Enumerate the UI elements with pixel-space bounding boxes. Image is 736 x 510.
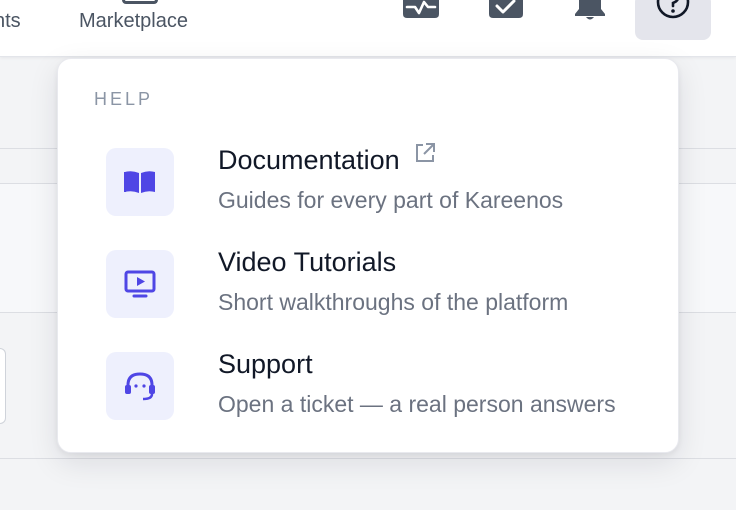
page-input-edge [0,348,6,424]
help-circle-icon [656,0,690,19]
menu-item-documentation[interactable]: Documentation Guides for every part of K… [58,143,678,225]
activity-icon[interactable] [401,0,441,22]
checkbox-icon[interactable] [487,0,527,22]
external-link-icon [414,140,436,171]
menu-item-video-tutorials[interactable]: Video Tutorials Short walkthroughs of th… [58,247,678,327]
top-navigation-bar: nts Marketplace [0,0,736,57]
menu-item-title-text: Documentation [218,145,400,175]
book-open-icon [106,148,174,216]
help-menu-heading: HELP [94,89,154,109]
menu-item-title-text: Support [218,349,313,379]
menu-item-support[interactable]: Support Open a ticket — a real person an… [58,349,678,429]
help-button[interactable] [635,0,711,40]
menu-item-title: Documentation [218,143,436,176]
page-divider [0,458,736,459]
headset-icon [106,352,174,420]
menu-item-description: Open a ticket — a real person answers [218,391,616,417]
nav-tab-marketplace[interactable]: Marketplace [79,10,188,33]
marketplace-icon [122,0,158,4]
menu-item-title-text: Video Tutorials [218,247,397,277]
menu-item-title: Support [218,349,313,380]
menu-item-description: Short walkthroughs of the platform [218,289,569,315]
nav-tab-partial[interactable]: nts [0,10,21,33]
menu-item-description: Guides for every part of Kareenos [218,187,564,213]
bell-icon[interactable] [570,0,610,22]
video-play-icon [106,250,174,318]
menu-item-title: Video Tutorials [218,247,396,278]
help-dropdown-menu: HELP Documentation Guides for every part… [57,58,679,453]
